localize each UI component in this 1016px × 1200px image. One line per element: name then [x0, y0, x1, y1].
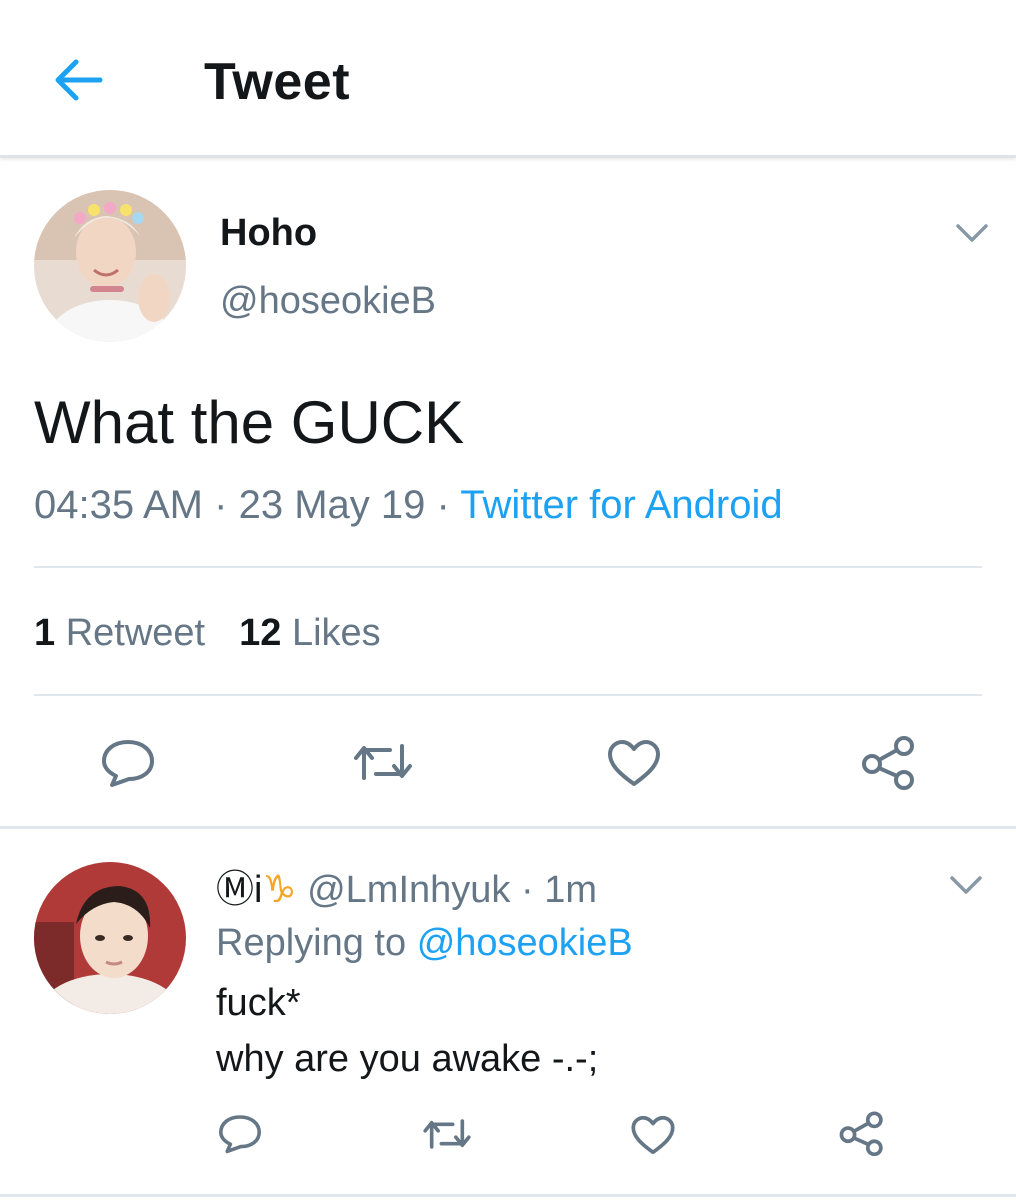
- retweet-icon: [423, 1119, 471, 1149]
- divider: [0, 826, 1016, 829]
- top-bar: Tweet: [0, 0, 1016, 158]
- replying-to: Replying to @hoseokieB: [216, 922, 633, 965]
- share-button[interactable]: [860, 734, 918, 790]
- back-button[interactable]: [48, 52, 108, 108]
- reply-author-handle[interactable]: @LmInhyuk: [307, 869, 510, 911]
- author-avatar[interactable]: [34, 190, 186, 342]
- tweet-stats: 1 Retweet 12 Likes: [34, 612, 381, 655]
- author-handle[interactable]: @hoseokieB: [220, 280, 436, 323]
- reply-header: Ⓜi♑ @LmInhyuk · 1m: [216, 858, 597, 913]
- reply-time: 1m: [544, 869, 597, 911]
- divider: [34, 566, 982, 568]
- share-icon: [839, 1111, 883, 1156]
- retweet-count: 1: [34, 612, 56, 654]
- reply-author-name[interactable]: Ⓜi♑: [216, 869, 297, 911]
- meta-separator: ·: [436, 483, 450, 527]
- replying-to-label: Replying to: [216, 922, 407, 964]
- reply-icon: [102, 740, 154, 787]
- reply-icon: [219, 1115, 261, 1154]
- page-title: Tweet: [204, 53, 351, 111]
- likes-stat[interactable]: 12 Likes: [239, 612, 381, 655]
- reply-button[interactable]: [98, 736, 158, 788]
- replying-to-mention[interactable]: @hoseokieB: [417, 922, 633, 964]
- reply-retweet-button[interactable]: [422, 1116, 472, 1152]
- reply-author-name-prefix: Ⓜi: [216, 869, 263, 911]
- tweet-date: 23 May 19: [238, 483, 426, 527]
- reply-text-line-1: fuck*: [216, 982, 301, 1024]
- retweet-button[interactable]: [352, 740, 414, 784]
- tweet-time: 04:35 AM: [34, 483, 204, 527]
- tweet-source-link[interactable]: Twitter for Android: [460, 483, 782, 527]
- reply-like-button[interactable]: [630, 1114, 676, 1156]
- heart-icon: [631, 1115, 675, 1155]
- chevron-down-icon: [956, 224, 988, 242]
- tweet-text: What the GUCK: [34, 389, 465, 456]
- tweet-menu-button[interactable]: [952, 218, 992, 248]
- retweets-stat[interactable]: 1 Retweet: [34, 612, 205, 655]
- like-count: 12: [239, 612, 282, 654]
- reply-separator: ·: [520, 869, 534, 911]
- meta-separator: ·: [214, 483, 228, 527]
- reply-share-button[interactable]: [838, 1110, 886, 1156]
- reply-author-avatar[interactable]: [34, 862, 186, 1014]
- reply-menu-button[interactable]: [946, 870, 986, 900]
- like-label: Likes: [291, 612, 381, 654]
- share-icon: [862, 736, 914, 790]
- tweet-meta: 04:35 AM · 23 May 19 · Twitter for Andro…: [34, 483, 783, 528]
- reply-text-line-2: why are you awake -.-;: [216, 1038, 599, 1080]
- arrow-left-icon: [55, 59, 103, 101]
- capricorn-symbol: ♑: [262, 869, 297, 911]
- divider: [0, 1194, 1016, 1197]
- like-button[interactable]: [606, 738, 662, 788]
- retweet-label: Retweet: [65, 612, 206, 654]
- reply-reply-button[interactable]: [216, 1112, 264, 1154]
- divider: [34, 694, 982, 696]
- author-name[interactable]: Hoho: [220, 212, 317, 255]
- retweet-icon: [354, 744, 412, 780]
- heart-icon: [608, 740, 660, 786]
- chevron-down-icon: [950, 876, 982, 894]
